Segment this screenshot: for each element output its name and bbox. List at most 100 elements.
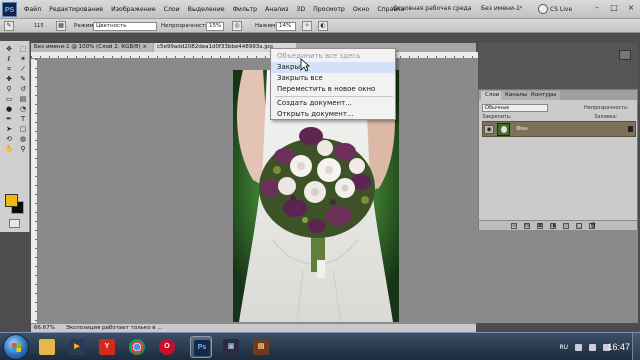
language-indicator[interactable]: RU	[559, 344, 568, 351]
workspace-document[interactable]: Без имени-1	[481, 5, 520, 12]
folder-icon	[39, 339, 55, 355]
chrome-icon	[129, 339, 145, 355]
history-brush-tool-icon[interactable]: ↺	[17, 85, 29, 94]
maximize-button[interactable]: □	[607, 2, 621, 14]
delete-layer-icon[interactable]: 🗑	[589, 222, 596, 229]
tab-context-menu: Объединить все здесь Закрыть Закрыть все…	[270, 48, 396, 120]
network-icon[interactable]	[589, 343, 596, 351]
brush-panel-icon[interactable]: ▦	[56, 21, 66, 31]
clone-stamp-tool-icon[interactable]: ⚲	[3, 85, 15, 94]
pressure-opacity-icon[interactable]: ◎	[232, 21, 242, 31]
menu-window[interactable]: Окно	[349, 0, 373, 19]
link-layers-icon[interactable]: ∞	[511, 222, 517, 229]
status-info[interactable]: Экспозиция работает только в ...	[66, 324, 163, 332]
panel-dock	[478, 43, 638, 89]
menu-3d[interactable]: 3D	[292, 0, 309, 19]
mode-select[interactable]: Цветность	[93, 22, 157, 31]
blend-mode-select[interactable]: Обычные	[482, 104, 548, 112]
menu-file[interactable]: Файл	[20, 0, 45, 19]
opacity-input[interactable]: 15%	[206, 22, 224, 31]
close-button[interactable]: ×	[624, 2, 638, 14]
tab-layers[interactable]: Слои	[481, 91, 504, 100]
foreground-color-swatch[interactable]	[5, 194, 18, 207]
gradient-tool-icon[interactable]: ▤	[17, 95, 29, 104]
hand-tool-icon[interactable]: ✋	[3, 145, 15, 154]
new-group-icon[interactable]: ▭	[563, 222, 569, 229]
taskbar-chrome[interactable]	[126, 336, 148, 358]
options-bar: ✎ 115 ▦ Режим: Цветность Непрозрачность:…	[0, 19, 640, 33]
layer-opacity-label: Непрозрачность:	[584, 105, 629, 111]
tool-preset-icon[interactable]: ✎	[4, 21, 14, 31]
layers-panel: Слои Каналы Контуры Обычные Непрозрачнос…	[478, 89, 638, 230]
pressure-input[interactable]: 14%	[276, 22, 296, 31]
layer-mask-icon[interactable]: ◘	[537, 222, 543, 229]
crop-tool-icon[interactable]: ⌗	[3, 65, 15, 74]
path-select-tool-icon[interactable]: ➤	[3, 125, 15, 134]
workspace-more-icon[interactable]: »	[519, 4, 523, 11]
3d-rotate-tool-icon[interactable]: ⟲	[3, 135, 15, 144]
yandex-icon: Y	[99, 339, 115, 355]
document-tabs: Без имени-1 @ 100% (Слой 2, RGB/8) × c5e…	[31, 43, 476, 52]
taskbar-yandex[interactable]: Y	[96, 336, 118, 358]
airbrush-icon[interactable]: ✧	[302, 21, 312, 31]
menu-item-open-document[interactable]: Открыть документ...	[271, 109, 395, 120]
title-bar: PS Файл Редактирование Изображение Слои …	[0, 0, 640, 19]
quick-select-tool-icon[interactable]: ✶	[17, 55, 29, 64]
quick-mask-icon[interactable]	[9, 219, 20, 228]
tab-paths[interactable]: Контуры	[527, 91, 561, 100]
workspace-switcher[interactable]: Основная рабочая среда	[393, 5, 472, 12]
menu-view[interactable]: Просмотр	[309, 0, 349, 19]
shape-tool-icon[interactable]: ▢	[17, 125, 29, 134]
collapsed-panel-icon[interactable]	[619, 50, 631, 60]
eraser-tool-icon[interactable]: ▭	[3, 95, 15, 104]
minimize-button[interactable]: –	[590, 2, 604, 14]
window-controls: – □ ×	[590, 2, 638, 14]
eyedropper-tool-icon[interactable]: ⁄	[17, 65, 29, 74]
taskbar-photoshop[interactable]: Ps	[190, 336, 212, 358]
taskbar-app-7[interactable]: ▣	[220, 336, 242, 358]
blur-tool-icon[interactable]: ●	[3, 105, 15, 114]
dodge-tool-icon[interactable]: ◔	[17, 105, 29, 114]
pressure-label: Нажим:	[255, 23, 278, 29]
menu-item-consolidate-all: Объединить все здесь	[277, 52, 361, 60]
menu-item-new-document[interactable]: Создать документ...	[271, 98, 395, 109]
taskbar-explorer[interactable]	[36, 336, 58, 358]
new-layer-icon[interactable]: ▢	[576, 222, 582, 229]
status-zoom[interactable]: 66.67%	[34, 324, 55, 332]
type-tool-icon[interactable]: T	[17, 115, 29, 124]
taskbar-opera[interactable]: O	[156, 336, 178, 358]
eye-icon[interactable]: ◉	[484, 125, 494, 134]
menu-layers[interactable]: Слои	[160, 0, 184, 19]
menu-filter[interactable]: Фильтр	[229, 0, 261, 19]
menu-item-move-to-new-window[interactable]: Переместить в новое окно	[271, 84, 395, 95]
adjustment-layer-icon[interactable]: ◑	[550, 222, 556, 229]
pen-tool-icon[interactable]: ✒	[3, 115, 15, 124]
show-desktop-button[interactable]	[632, 333, 640, 360]
layer-style-icon[interactable]: fx	[524, 222, 530, 229]
taskbar-clock[interactable]: 16:47	[607, 333, 630, 360]
3d-orbit-tool-icon[interactable]: ◍	[17, 135, 29, 144]
tray-arrow-icon[interactable]	[575, 343, 582, 351]
menu-item-close[interactable]: Закрыть	[271, 62, 395, 73]
cs-live-button[interactable]: CS Live	[538, 3, 572, 15]
brush-size[interactable]: 115	[34, 19, 44, 33]
brush-tool-icon[interactable]: ✎	[17, 75, 29, 84]
menu-select[interactable]: Выделение	[184, 0, 229, 19]
windows-taskbar: ▶ Y O Ps ▣ ▤ RU 16:47	[0, 332, 640, 360]
zoom-tool-icon[interactable]: ⚲	[17, 145, 29, 154]
pressure-size-icon[interactable]: ◐	[318, 21, 328, 31]
lasso-tool-icon[interactable]: ℓ	[3, 55, 15, 64]
marquee-tool-icon[interactable]: ⬚	[17, 45, 29, 54]
taskbar-app-8[interactable]: ▤	[250, 336, 272, 358]
menu-analysis[interactable]: Анализ	[261, 0, 292, 19]
start-button[interactable]	[3, 334, 29, 360]
document-tab-1[interactable]: Без имени-1 @ 100% (Слой 2, RGB/8) ×	[31, 43, 153, 52]
menu-image[interactable]: Изображение	[107, 0, 160, 19]
move-tool-icon[interactable]: ✥	[3, 45, 15, 54]
layer-row-background[interactable]: ◉ Фон	[482, 121, 636, 137]
taskbar-media-player[interactable]: ▶	[66, 336, 88, 358]
system-tray: RU	[559, 333, 610, 360]
healing-tool-icon[interactable]: ✚	[3, 75, 15, 84]
menu-edit[interactable]: Редактирование	[45, 0, 107, 19]
menu-item-close-all[interactable]: Закрыть все	[271, 73, 395, 84]
